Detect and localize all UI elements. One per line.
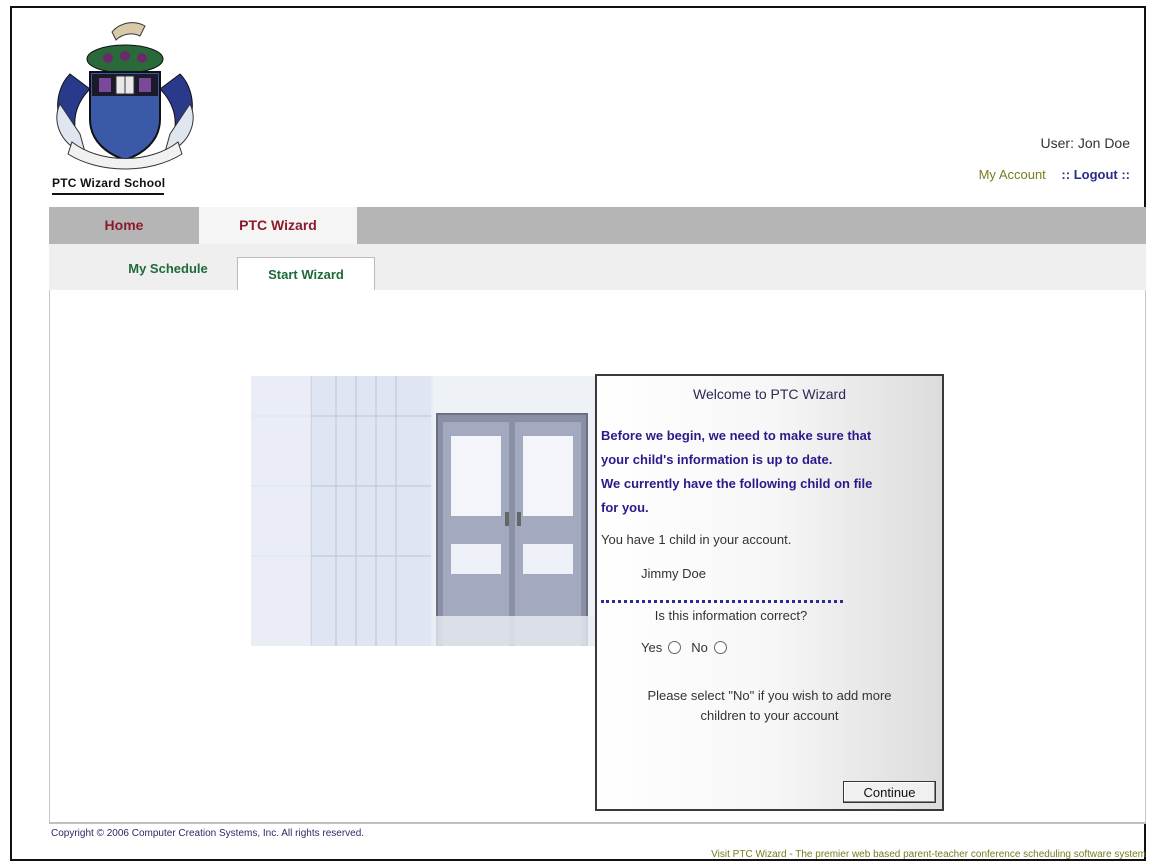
subtab-start-wizard[interactable]: Start Wizard: [237, 257, 375, 290]
tab-ptc-wizard[interactable]: PTC Wizard: [199, 207, 357, 244]
wizard-note: Please select "No" if you wish to add mo…: [597, 686, 942, 726]
yes-label: Yes: [641, 640, 663, 655]
wizard-panel: Welcome to PTC Wizard Before we begin, w…: [595, 374, 944, 811]
wizard-title: Welcome to PTC Wizard: [693, 386, 846, 402]
wizard-intro-line: Before we begin, we need to make sure th…: [601, 428, 872, 443]
no-radio-icon[interactable]: [713, 641, 727, 654]
my-account-link[interactable]: My Account: [979, 167, 1046, 182]
school-name-underline: [52, 193, 164, 195]
copyright-text: Copyright © 2006 Computer Creation Syste…: [51, 828, 365, 839]
user-label: User: Jon Doe: [1040, 135, 1130, 151]
logout-link[interactable]: :: Logout ::: [1061, 167, 1130, 182]
yes-radio-icon[interactable]: [668, 641, 682, 654]
tab-home[interactable]: Home: [49, 207, 199, 244]
school-name: PTC Wizard School: [52, 176, 166, 190]
user-links: My Account :: Logout ::: [979, 167, 1130, 182]
hallway-image: [251, 376, 596, 646]
child-name: Jimmy Doe: [641, 566, 707, 581]
subtab-my-schedule[interactable]: My Schedule: [109, 254, 227, 284]
wizard-intro-line: your child's information is up to date.: [601, 452, 833, 467]
wizard-intro-line: We currently have the following child on…: [601, 476, 873, 491]
wizard-note-line: children to your account: [700, 708, 839, 723]
school-crest-logo: [56, 22, 194, 170]
no-label: No: [691, 640, 708, 655]
wizard-note-line: Please select "No" if you wish to add mo…: [647, 688, 892, 703]
wizard-intro-line: for you.: [601, 500, 649, 515]
sub-tab-bar: My Schedule Start Wizard: [49, 244, 1146, 290]
wizard-intro: Before we begin, we need to make sure th…: [601, 424, 941, 520]
confirm-options: Yes No: [641, 640, 737, 655]
main-tab-bar: Home PTC Wizard: [49, 207, 1146, 245]
visit-ptc-wizard-link[interactable]: Visit PTC Wizard - The premier web based…: [711, 849, 1146, 860]
continue-button[interactable]: Continue: [843, 781, 936, 803]
child-count-text: You have 1 child in your account.: [601, 532, 792, 547]
dotted-divider: [601, 600, 843, 603]
confirm-question: Is this information correct?: [654, 608, 808, 623]
content-divider: [49, 822, 1146, 824]
